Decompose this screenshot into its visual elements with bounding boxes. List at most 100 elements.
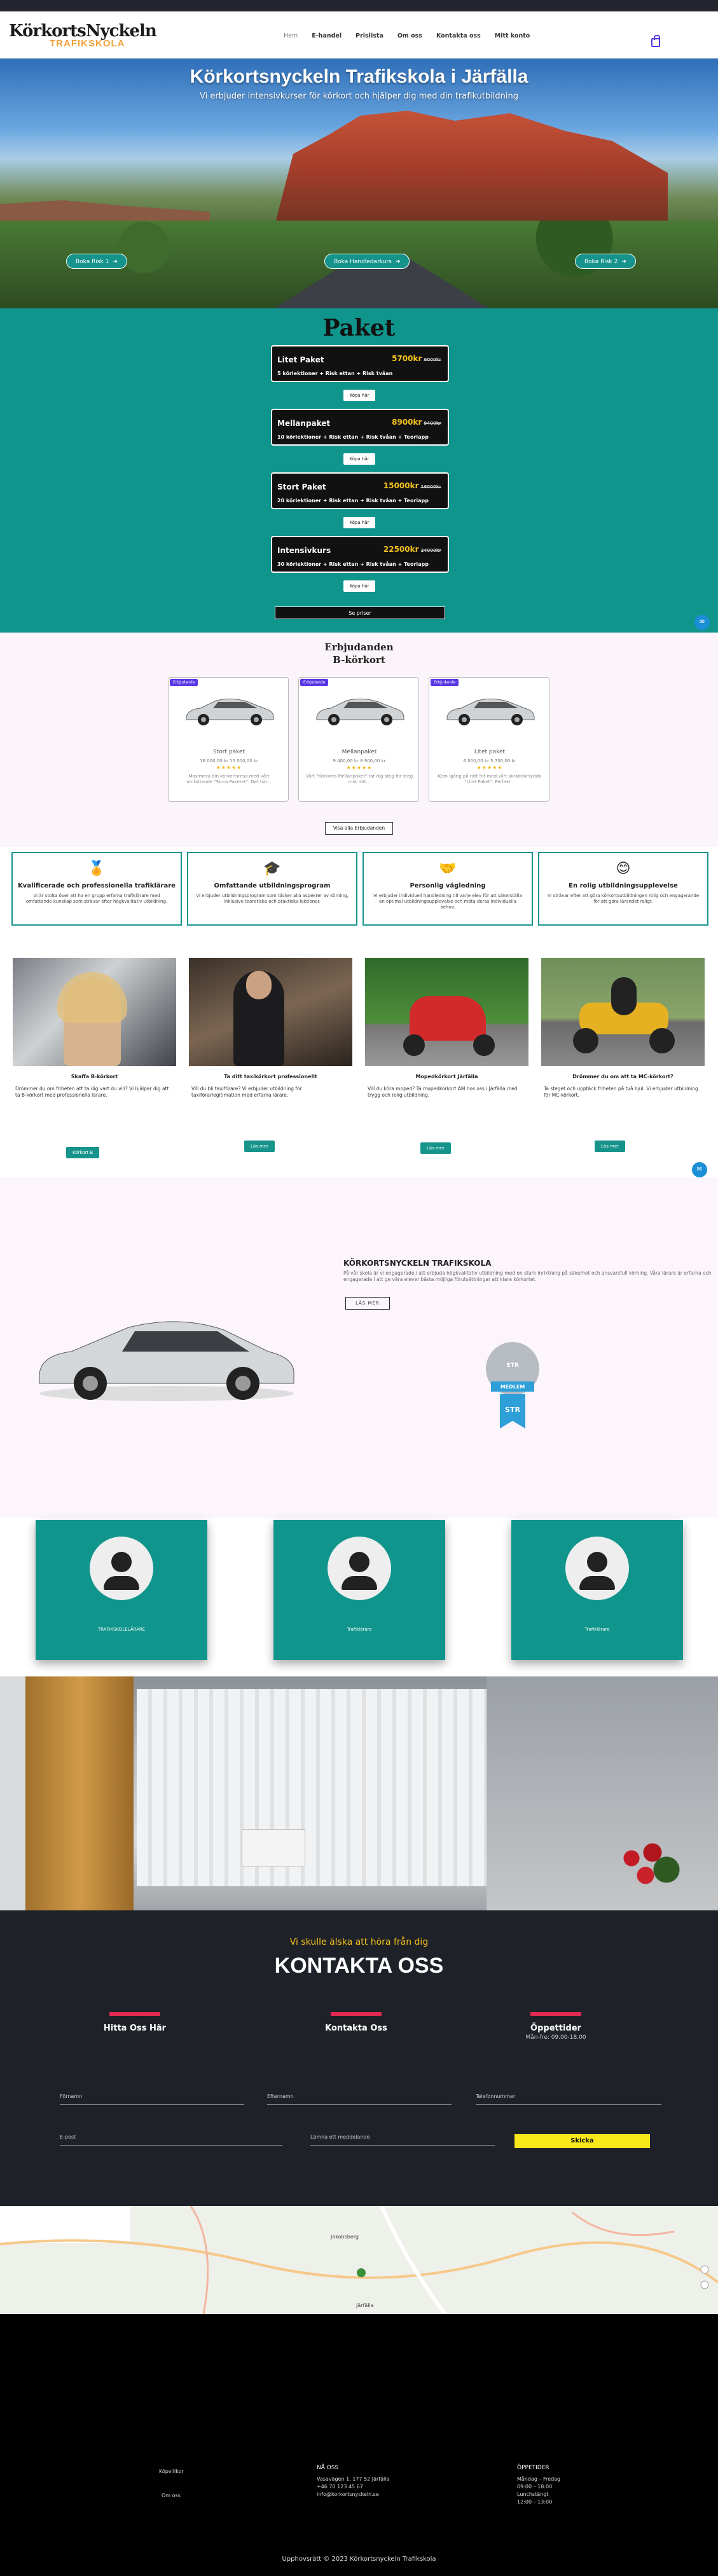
send-button[interactable]: Skicka [514,2134,650,2148]
nav-item-e-handel[interactable]: E-handel [312,32,342,39]
read-more-button[interactable]: LÄS MER [345,1297,390,1310]
arrow-icon: ➜ [621,259,626,265]
footer-contact: NÅ OSS Vasavägen 1, 177 52 Järfälla +46 … [317,2464,389,2498]
service-image-taxi [189,958,352,1066]
nav-item-prislista[interactable]: Prislista [356,32,383,39]
service-image-driver [13,958,176,1066]
service-title: Mopedkörkort Järfälla [415,1074,478,1079]
package-card: Intensivkurs 22500kr 24000kr 30 körlektio… [271,536,449,573]
last-name-field[interactable]: Efternamn [267,2092,452,2105]
offer-card[interactable]: Erbjudande Litet paket 6 000,00 kr 5 700… [429,677,549,802]
buy-button[interactable]: Köpa här [343,517,375,528]
medal-icon: 🏅 [88,861,106,877]
feature-box: 😊 En rolig utbildningsupplevelse Vi strä… [538,852,708,926]
footer-address: Vasavägen 1, 177 52 Järfälla [317,2476,390,2482]
about-section: KÖRKORTSNYCKELN TRAFIKSKOLA På vår skola… [0,1177,718,1518]
avatar [90,1537,153,1600]
package-section: Paket Litet Paket 5700kr 6000kr 5 körlekt… [0,308,718,633]
avatar [328,1537,391,1600]
contact-column-title: Kontakta Oss [325,2024,387,2033]
package-card: Litet Paket 5700kr 6000kr 5 körlektioner … [271,345,449,382]
phone-field[interactable]: Telefonnummer [476,2092,661,2105]
offer-price: 16 000,00 kr 15 000,00 kr [200,758,258,764]
package-name: Mellanpaket [277,419,331,428]
feature-desc: Vi erbjuder individuell handledning till… [373,893,522,910]
offer-rating: ★★★★★ [346,765,373,771]
offers-title: Erbjudanden [324,641,394,653]
office-photo [0,1676,718,1910]
book-risk1-button[interactable]: Boka Risk 1 ➜ [66,254,127,269]
arrow-icon: ➜ [113,259,118,265]
offers-subtitle: B-körkort [333,654,385,666]
offer-desc: Kom igång på rätt fot med vårt skräddars… [438,774,542,784]
service-button-mc[interactable]: Läs mer [595,1141,626,1152]
package-desc: 20 körlektioner + Risk ettan + Risk tvåa… [277,498,429,504]
map-embed[interactable]: Jakobsberg Järfälla [0,2206,718,2314]
badge-bottom-text: STR [505,1406,520,1414]
contact-column-title: Öppettider [530,2024,581,2033]
feature-box: 🎓 Omfattande utbildningsprogram Vi erbju… [187,852,357,926]
feature-desc: Vi erbjuder utbildningsprogram som täcke… [196,893,349,904]
site-footer: Köpvillkor Om oss NÅ OSS Vasavägen 1, 17… [0,2314,718,2576]
footer-lunch-time: 12:00 – 13:00 [517,2499,553,2505]
book-handledarkurs-button[interactable]: Boka Handledarkurs ➜ [324,254,410,269]
accent-bar [530,2012,581,2016]
service-button-taxi[interactable]: Läs mer [244,1141,275,1152]
footer-link-om-oss[interactable]: Om oss [162,2492,184,2500]
team-card: TRAFIKSKOLELÄRARE [36,1520,207,1660]
offer-card[interactable]: Erbjudande Stort paket 16 000,00 kr 15 0… [168,677,289,802]
package-card: Stort Paket 15000kr 16000kr 20 körlektion… [271,472,449,509]
hero-cliff [273,111,668,230]
chat-icon[interactable]: ✉ [694,615,710,630]
service-button-b[interactable]: Körkort B [66,1147,100,1158]
email-field[interactable]: E-post [60,2133,282,2146]
buy-button[interactable]: Köpa här [343,580,375,592]
contact-column-title: Hitta Oss Här [103,2024,167,2033]
top-bar [0,0,718,11]
service-title: Skaffa B-körkort [71,1074,118,1079]
buy-button[interactable]: Köpa här [343,453,375,465]
services-section: Skaffa B-körkort Drömmer du om friheten … [0,958,718,1177]
badge-top-text: STR [506,1362,519,1369]
service-button-moped[interactable]: Läs mer [420,1142,452,1154]
nav-item-mitt-konto[interactable]: Mitt konto [495,32,530,39]
chat-icon[interactable]: ✉ [692,1162,707,1177]
service-column: Ta ditt taxikörkort professionellt Vill … [189,958,352,1099]
message-field[interactable]: Lämna ett meddelande [310,2133,495,2146]
package-name: Intensivkurs [277,546,331,555]
service-column: Skaffa B-körkort Drömmer du om friheten … [13,958,176,1099]
service-title: Ta ditt taxikörkort professionellt [224,1074,317,1079]
offer-card[interactable]: Erbjudande Mellanpaket 9 400,00 kr 8 900… [298,677,419,802]
service-desc: Vill du köra moped? Ta mopedkörkort AM h… [368,1086,518,1098]
cart-icon[interactable] [651,35,660,47]
feature-desc: Vi strävar efter att göra körkortsutbild… [547,893,700,904]
nav-item-om-oss[interactable]: Om oss [397,32,422,39]
nav-item-kontakta-oss[interactable]: Kontakta oss [436,32,481,39]
copyright: Upphovsrätt © 2023 Körkortsnyckeln Trafi… [282,2556,436,2563]
first-name-field[interactable]: Förnamn [60,2092,244,2105]
site-logo[interactable]: KörkortsNyckeln TRAFIKSKOLA [9,22,157,50]
package-price-value: 22500kr [383,545,419,554]
see-prices-button[interactable]: Se priser [275,606,445,619]
main-nav: Hem E-handel Prislista Om oss Kontakta o… [284,32,530,39]
view-all-offers-button[interactable]: Visa alla Erbjudanden [325,822,393,835]
buy-button[interactable]: Köpa här [343,390,375,401]
service-image-moped [365,958,528,1066]
map-place-label: Jakobsberg [331,2234,359,2240]
offer-price: 9 400,00 kr 8 900,00 kr [333,758,386,764]
footer-phone[interactable]: +46 70 123 45 67 [317,2483,389,2491]
features-section: 🏅 Kvalificerade och professionella trafi… [0,847,718,958]
offer-rating: ★★★★★ [476,765,503,771]
footer-email[interactable]: info@korkortsnyckeln.se [317,2491,389,2498]
nav-item-hem[interactable]: Hem [284,32,298,39]
package-card: Mellanpaket 8900kr 9400kr 10 körlektioner… [271,409,449,446]
team-card: Trafiklärare [273,1520,445,1660]
offer-desc: Maximera din körkortsresa med vårt omfat… [186,774,272,784]
service-image-mc [541,958,705,1066]
footer-hours-days: Måndag – Fredag [517,2476,561,2482]
footer-link-villkor[interactable]: Köpvillkor [159,2468,184,2476]
about-title: KÖRKORTSNYCKELN TRAFIKSKOLA [343,1259,492,1268]
hero-title: Körkortsnyckeln Trafikskola i Järfälla [190,66,528,87]
smile-icon: 😊 [616,861,631,877]
book-risk2-button[interactable]: Boka Risk 2 ➜ [575,254,636,269]
